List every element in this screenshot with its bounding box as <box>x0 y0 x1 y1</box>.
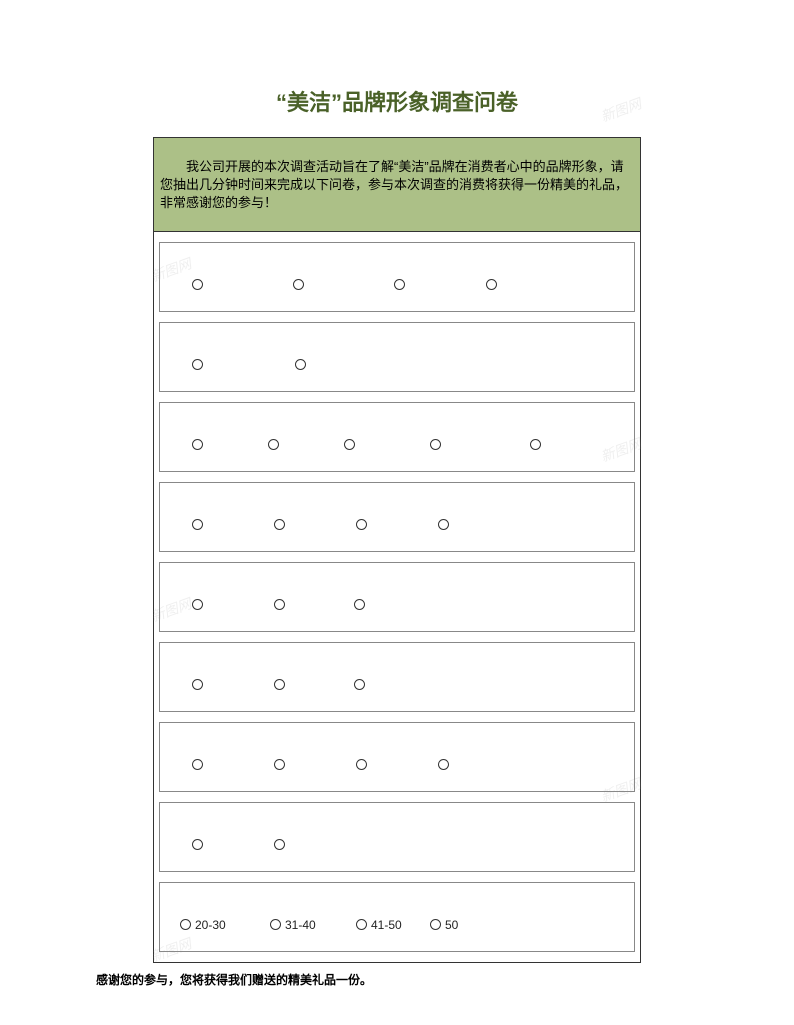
footer-text: 感谢您的参与，您将获得我们赠送的精美礼品一份。 <box>92 965 580 988</box>
questions-list: 20-30 31-40 41-50 50 <box>154 242 640 952</box>
options-row <box>170 261 624 291</box>
option-label: 31-40 <box>285 918 316 932</box>
radio-icon <box>270 919 281 930</box>
radio-option[interactable]: 50 <box>430 918 458 932</box>
radio-option[interactable] <box>268 439 283 450</box>
radio-option[interactable] <box>274 519 289 530</box>
radio-icon <box>192 279 203 290</box>
radio-icon <box>354 599 365 610</box>
radio-option[interactable] <box>192 839 207 850</box>
question-block: 20-30 31-40 41-50 50 <box>159 882 635 952</box>
option-label: 50 <box>445 918 458 932</box>
radio-icon <box>356 759 367 770</box>
radio-option[interactable]: 31-40 <box>270 918 316 932</box>
option-label: 41-50 <box>371 918 402 932</box>
radio-option[interactable] <box>430 439 445 450</box>
radio-icon <box>192 839 203 850</box>
radio-icon <box>293 279 304 290</box>
radio-option[interactable] <box>356 519 371 530</box>
options-row <box>170 581 624 611</box>
radio-option[interactable] <box>344 439 359 450</box>
radio-icon <box>192 679 203 690</box>
question-block <box>159 802 635 872</box>
radio-option[interactable] <box>192 759 207 770</box>
radio-icon <box>192 599 203 610</box>
question-block <box>159 642 635 712</box>
radio-icon <box>394 279 405 290</box>
radio-icon <box>192 359 203 370</box>
radio-option[interactable] <box>356 759 371 770</box>
radio-option[interactable] <box>192 279 207 290</box>
radio-option[interactable] <box>274 839 289 850</box>
radio-icon <box>486 279 497 290</box>
survey-container: 我公司开展的本次调查活动旨在了解“美洁”品牌在消费者心中的品牌形象，请您抽出几分… <box>153 137 641 963</box>
radio-option[interactable] <box>192 359 207 370</box>
radio-option[interactable] <box>274 759 289 770</box>
question-block <box>159 722 635 792</box>
question-block <box>159 562 635 632</box>
intro-text: 我公司开展的本次调查活动旨在了解“美洁”品牌在消费者心中的品牌形象，请您抽出几分… <box>154 138 640 232</box>
radio-option[interactable] <box>295 359 310 370</box>
radio-option[interactable] <box>274 679 289 690</box>
options-row <box>170 501 624 531</box>
radio-icon <box>530 439 541 450</box>
options-row <box>170 341 624 371</box>
question-block <box>159 322 635 392</box>
option-label: 20-30 <box>195 918 226 932</box>
radio-icon <box>180 919 191 930</box>
radio-option[interactable] <box>192 599 207 610</box>
radio-icon <box>295 359 306 370</box>
radio-icon <box>192 439 203 450</box>
radio-icon <box>430 919 441 930</box>
radio-icon <box>274 599 285 610</box>
radio-option[interactable] <box>394 279 409 290</box>
question-block <box>159 482 635 552</box>
page-title: “美洁”品牌形象调查问卷 <box>0 0 794 137</box>
radio-option[interactable]: 41-50 <box>356 918 402 932</box>
radio-option[interactable] <box>192 439 207 450</box>
radio-icon <box>344 439 355 450</box>
radio-option[interactable] <box>530 439 545 450</box>
radio-icon <box>274 759 285 770</box>
radio-icon <box>192 759 203 770</box>
options-row: 20-30 31-40 41-50 50 <box>170 901 624 931</box>
radio-icon <box>274 519 285 530</box>
options-row <box>170 421 624 451</box>
radio-icon <box>438 519 449 530</box>
radio-option[interactable] <box>192 679 207 690</box>
radio-option[interactable] <box>354 599 369 610</box>
radio-icon <box>438 759 449 770</box>
radio-option[interactable] <box>354 679 369 690</box>
radio-icon <box>356 519 367 530</box>
radio-option[interactable] <box>438 759 453 770</box>
radio-option[interactable] <box>274 599 289 610</box>
radio-icon <box>268 439 279 450</box>
radio-icon <box>356 919 367 930</box>
radio-option[interactable] <box>438 519 453 530</box>
options-row <box>170 741 624 771</box>
radio-option[interactable] <box>293 279 308 290</box>
radio-icon <box>274 679 285 690</box>
question-block <box>159 242 635 312</box>
radio-icon <box>354 679 365 690</box>
radio-icon <box>192 519 203 530</box>
radio-option[interactable] <box>486 279 501 290</box>
options-row <box>170 661 624 691</box>
question-block <box>159 402 635 472</box>
radio-icon <box>430 439 441 450</box>
radio-icon <box>274 839 285 850</box>
radio-option[interactable]: 20-30 <box>180 918 226 932</box>
radio-option[interactable] <box>192 519 207 530</box>
options-row <box>170 821 624 851</box>
